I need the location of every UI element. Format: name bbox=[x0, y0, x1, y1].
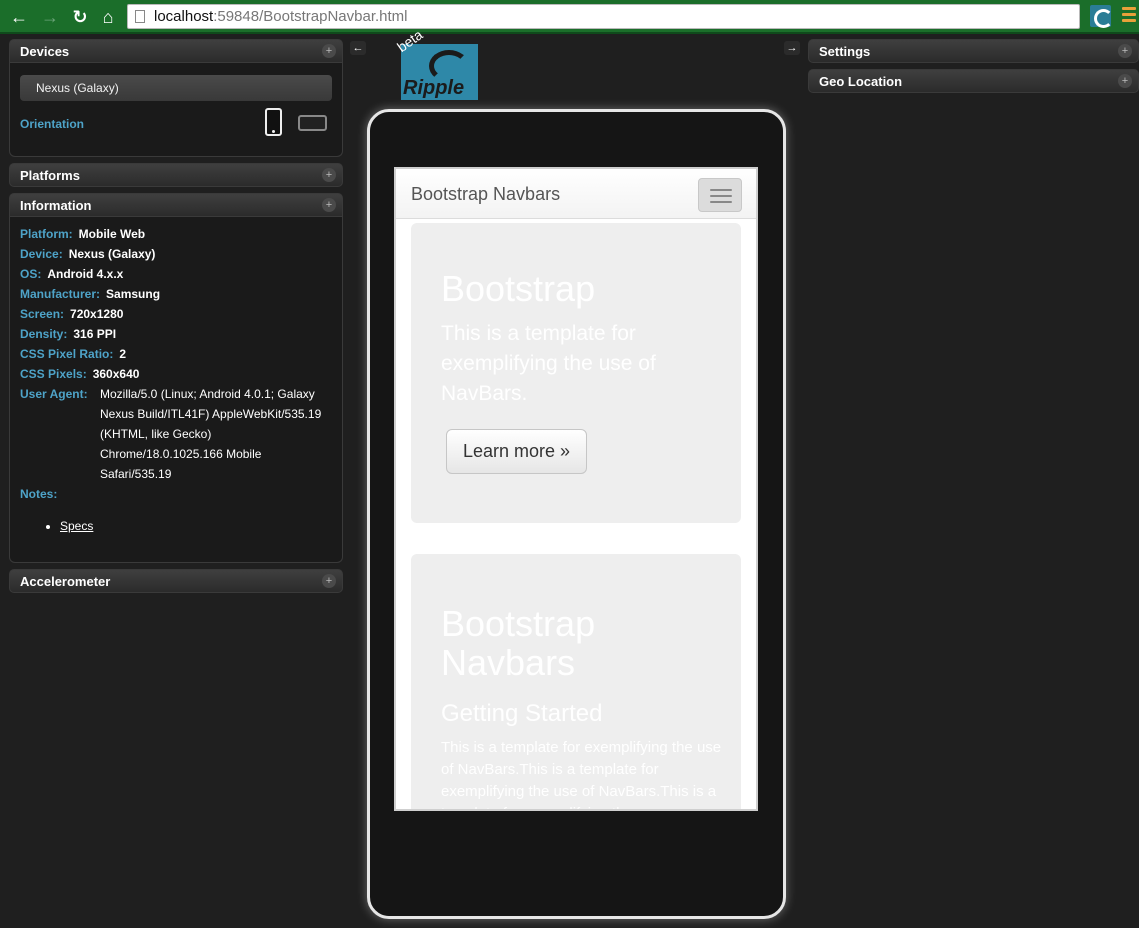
hamburger-bar bbox=[710, 189, 732, 191]
reload-icon[interactable]: ↻ bbox=[70, 7, 90, 27]
info-value: Mobile Web bbox=[78, 227, 146, 241]
geo-location-panel-header[interactable]: Geo Location + bbox=[808, 69, 1139, 93]
info-row-user-agent: User Agent: bbox=[20, 384, 88, 404]
info-value: Android 4.x.x bbox=[47, 267, 124, 281]
list-item: Specs bbox=[60, 519, 93, 533]
info-value: Samsung bbox=[106, 287, 161, 301]
jumbotron-1: Bootstrap This is a template for exempli… bbox=[411, 223, 741, 523]
orientation-label: Orientation bbox=[20, 117, 85, 131]
information-panel-title: Information bbox=[20, 198, 92, 213]
devices-panel-header[interactable]: Devices + bbox=[9, 39, 343, 63]
info-value: 316 PPI bbox=[73, 327, 117, 341]
collapse-left-panel-icon[interactable]: ← bbox=[350, 41, 366, 55]
info-key: CSS Pixel Ratio: bbox=[20, 347, 114, 361]
info-row-screen: Screen: 720x1280 bbox=[20, 304, 123, 324]
info-value: Nexus (Galaxy) bbox=[68, 247, 156, 261]
jumbotron-lead: This is a template for exemplifying the … bbox=[441, 322, 656, 405]
user-agent-line: Safari/535.19 bbox=[100, 467, 172, 481]
info-row-os: OS: Android 4.x.x bbox=[20, 264, 123, 284]
app-navbar: Bootstrap Navbars bbox=[396, 169, 756, 219]
expand-icon[interactable]: + bbox=[322, 574, 336, 588]
user-agent-line: Mozilla/5.0 (Linux; Android 4.0.1; Galax… bbox=[100, 387, 315, 401]
jumbotron-heading: Bootstrap bbox=[441, 268, 596, 309]
info-key: OS: bbox=[20, 267, 42, 281]
info-key: User Agent: bbox=[20, 387, 88, 401]
navbar-brand[interactable]: Bootstrap Navbars bbox=[411, 184, 560, 205]
jumbotron-heading-line2: Navbars bbox=[441, 642, 576, 683]
forward-arrow-icon[interactable]: → bbox=[40, 7, 60, 27]
learn-more-button[interactable]: Learn more » bbox=[446, 429, 587, 474]
back-arrow-icon[interactable]: ← bbox=[9, 7, 29, 27]
information-panel-header[interactable]: Information + bbox=[9, 193, 343, 217]
device-select[interactable]: Nexus (Galaxy) bbox=[20, 75, 332, 101]
info-row-platform: Platform: Mobile Web bbox=[20, 224, 145, 244]
devices-panel-body: Nexus (Galaxy) Orientation bbox=[9, 63, 343, 157]
ripple-extension-icon[interactable] bbox=[1090, 5, 1113, 28]
info-row-manufacturer: Manufacturer: Samsung bbox=[20, 284, 160, 304]
expand-icon[interactable]: + bbox=[1118, 44, 1132, 58]
info-key: Screen: bbox=[20, 307, 65, 321]
expand-icon[interactable]: + bbox=[322, 198, 336, 212]
platforms-panel-header[interactable]: Platforms + bbox=[9, 163, 343, 187]
page-icon bbox=[135, 10, 145, 23]
user-agent-line: (KHTML, like Gecko) bbox=[100, 427, 212, 441]
info-value: 720x1280 bbox=[70, 307, 124, 321]
geo-location-panel-title: Geo Location bbox=[819, 74, 903, 89]
landscape-orientation-icon[interactable] bbox=[298, 115, 327, 131]
info-key: Density: bbox=[20, 327, 68, 341]
info-key: Manufacturer: bbox=[20, 287, 101, 301]
address-bar[interactable]: localhost:59848/BootstrapNavbar.html bbox=[127, 4, 1080, 29]
url-host: localhost bbox=[154, 8, 214, 25]
info-value: 360x640 bbox=[92, 367, 140, 381]
browser-toolbar: ← → ↻ ⌂ localhost:59848/BootstrapNavbar.… bbox=[0, 0, 1139, 34]
settings-panel-header[interactable]: Settings + bbox=[808, 39, 1139, 63]
info-value: 2 bbox=[119, 347, 127, 361]
getting-started-heading: Getting Started bbox=[441, 700, 603, 727]
expand-icon[interactable]: + bbox=[1118, 74, 1132, 88]
info-key: Platform: bbox=[20, 227, 73, 241]
user-agent-line: Chrome/18.0.1025.166 Mobile bbox=[100, 447, 262, 461]
specs-link[interactable]: Specs bbox=[60, 519, 93, 533]
info-row-css-pixels: CSS Pixels: 360x640 bbox=[20, 364, 139, 384]
platforms-panel-title: Platforms bbox=[20, 168, 80, 183]
navbar-toggle-button[interactable] bbox=[698, 178, 742, 212]
info-row-device: Device: Nexus (Galaxy) bbox=[20, 244, 155, 264]
information-panel-body: Platform: Mobile Web Device: Nexus (Galaxy… bbox=[9, 217, 343, 563]
settings-panel-title: Settings bbox=[819, 44, 871, 59]
user-agent-value: Mozilla/5.0 (Linux; Android 4.0.1; Galax… bbox=[100, 384, 330, 484]
ripple-logo-word: Ripple bbox=[403, 77, 465, 99]
user-agent-line: Nexus Build/ITL41F) AppleWebKit/535.19 bbox=[100, 407, 322, 421]
devices-panel-title: Devices bbox=[20, 44, 70, 59]
device-screen: Bootstrap Navbars Bootstrap This is a te… bbox=[394, 167, 758, 811]
collapse-right-panel-icon[interactable]: → bbox=[784, 41, 800, 55]
notes-list: Specs bbox=[60, 519, 93, 533]
ripple-logo: Ripple bbox=[401, 44, 478, 100]
info-row-css-pixel-ratio: CSS Pixel Ratio: 2 bbox=[20, 344, 126, 364]
menu-icon[interactable] bbox=[1122, 7, 1136, 25]
hamburger-bar bbox=[710, 195, 732, 197]
info-key: Device: bbox=[20, 247, 63, 261]
url-path: :59848/BootstrapNavbar.html bbox=[213, 8, 408, 25]
url-text: localhost:59848/BootstrapNavbar.html bbox=[154, 8, 408, 25]
jumbotron-paragraph: This is a template for exemplifying the … bbox=[441, 739, 722, 809]
accelerometer-panel-header[interactable]: Accelerometer + bbox=[9, 569, 343, 593]
info-row-density: Density: 316 PPI bbox=[20, 324, 116, 344]
jumbotron-2: Bootstrap Navbars Getting Started This i… bbox=[411, 554, 741, 809]
jumbotron-heading-line1: Bootstrap bbox=[441, 603, 596, 644]
info-key: Notes: bbox=[20, 487, 58, 501]
home-icon[interactable]: ⌂ bbox=[98, 7, 118, 27]
info-row-notes: Notes: bbox=[20, 484, 57, 504]
accelerometer-panel-title: Accelerometer bbox=[20, 574, 111, 589]
expand-icon[interactable]: + bbox=[322, 44, 336, 58]
info-key: CSS Pixels: bbox=[20, 367, 87, 381]
portrait-orientation-icon[interactable] bbox=[265, 108, 282, 136]
expand-icon[interactable]: + bbox=[322, 168, 336, 182]
hamburger-bar bbox=[710, 201, 732, 203]
